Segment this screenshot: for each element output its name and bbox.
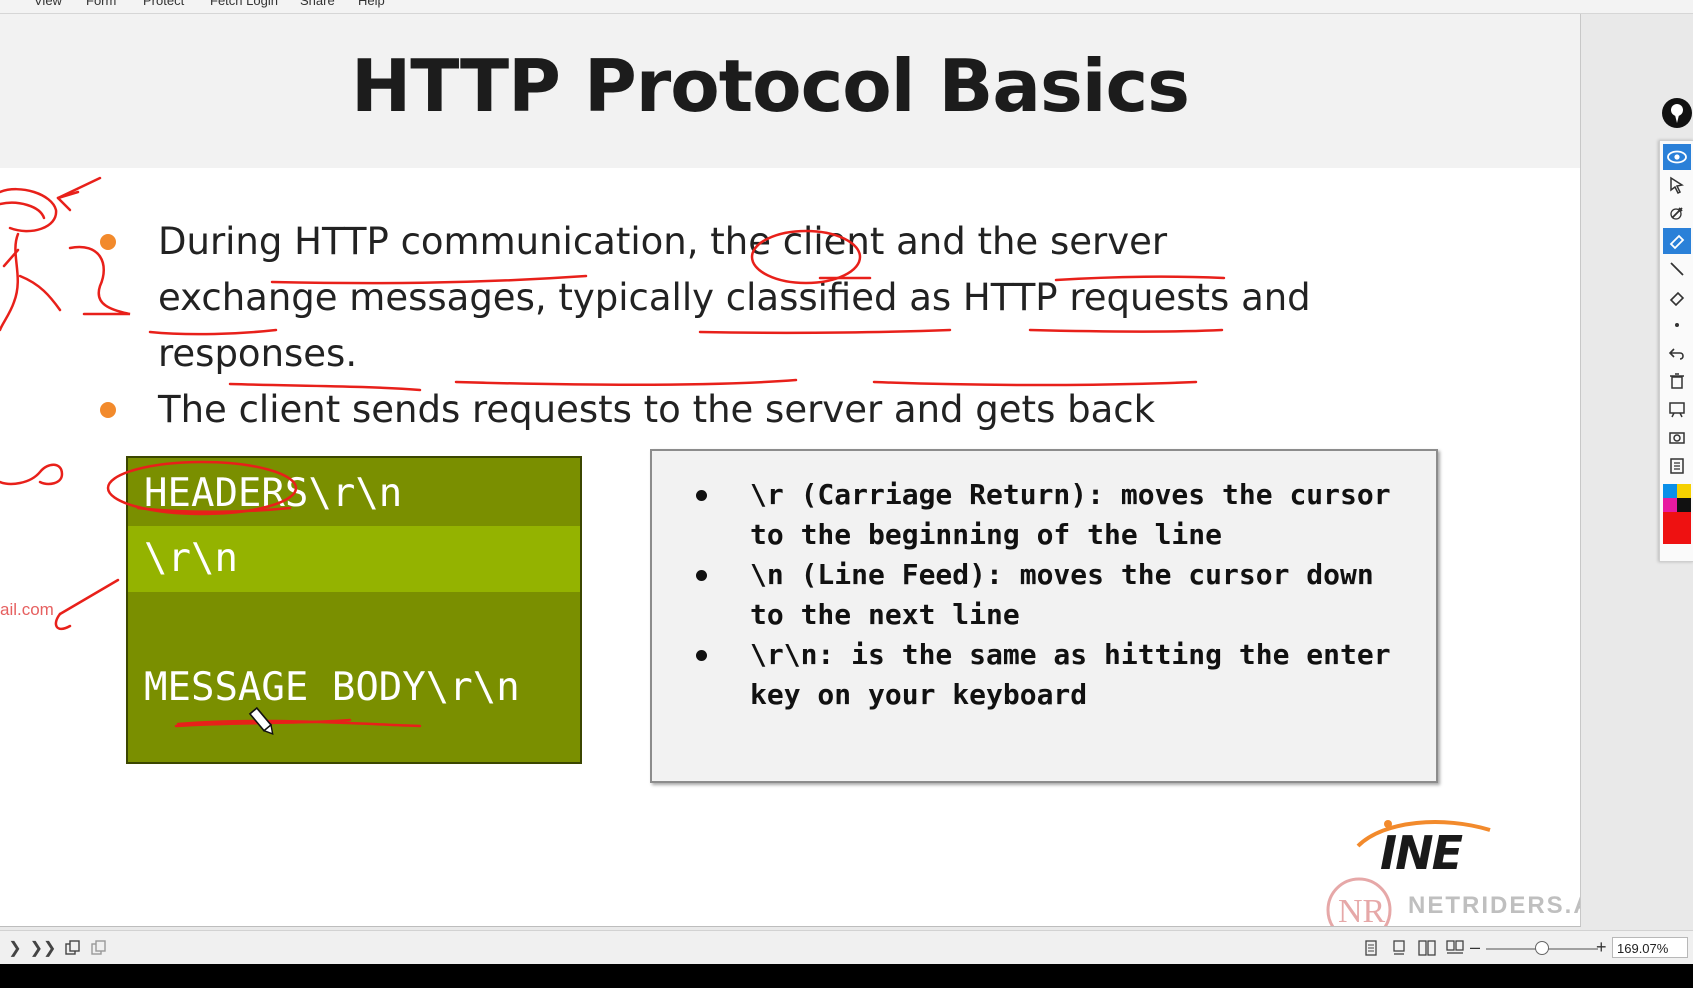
menu-share[interactable]: Share [300,0,335,8]
explanation-list: \r (Carriage Return): moves the cursor t… [652,451,1436,715]
bullet-text: During HTTP communication, the client an… [158,220,1311,375]
crlf-row: \r\n [128,526,580,592]
whiteboard-icon[interactable] [1663,396,1691,422]
zoom-level-field[interactable]: 169.07% [1612,937,1688,958]
single-page-icon[interactable] [1360,938,1382,958]
explanation-item: \r (Carriage Return): moves the cursor t… [652,475,1416,555]
pointer-icon[interactable] [1663,172,1691,198]
ine-logo: INE [1356,820,1491,880]
academy-watermark: NETRIDERS.ACADEMY [1408,892,1580,919]
trash-icon[interactable] [1663,368,1691,394]
netriders-seal-icon: NR [1326,877,1392,927]
explanation-item: \n (Line Feed): moves the cursor down to… [652,555,1416,635]
clipboard-icon[interactable] [1663,452,1691,478]
taskbar-strip [0,964,1693,988]
explanation-box: \r (Carriage Return): moves the cursor t… [650,449,1438,783]
zoom-slider-thumb[interactable] [1535,941,1549,955]
undo-icon[interactable] [1663,340,1691,366]
eraser-icon[interactable] [1663,284,1691,310]
message-body-row: MESSAGE BODY\r\n [144,665,520,710]
dot-icon[interactable] [1663,312,1691,338]
bullet-dot-icon [100,234,116,250]
zoom-out-button[interactable]: – [1470,937,1480,958]
slide-title: HTTP Protocol Basics [350,44,1190,128]
highlighter-icon[interactable] [1663,228,1691,254]
status-bar: ❯ ❯❯ – + 169.07% [0,930,1693,965]
continuous-icon[interactable] [1388,938,1410,958]
zoom-in-button[interactable]: + [1596,937,1607,958]
camera-icon[interactable] [1663,424,1691,450]
menu-view[interactable]: View [34,0,62,8]
explanation-item: \r\n: is the same as hitting the enter k… [652,635,1416,715]
two-page-continuous-icon[interactable] [1444,938,1466,958]
logo-swoosh-icon [1356,820,1491,848]
two-page-icon[interactable] [1416,938,1438,958]
bullet-item: During HTTP communication, the client an… [100,214,1350,382]
pen-icon[interactable] [1663,200,1691,226]
slide: HTTP Protocol Basics During HTTP communi… [0,14,1581,927]
line-icon[interactable] [1663,256,1691,282]
paste-icon[interactable] [88,938,110,958]
http-message-structure-box: HEADERS\r\n \r\n MESSAGE BODY\r\n [126,456,582,764]
headers-row: HEADERS\r\n [144,471,403,516]
eye-icon[interactable] [1663,144,1691,170]
email-fragment: ail.com [0,600,54,619]
zoom-level-value: 169.07% [1617,941,1669,956]
annotation-toolbar [1659,140,1693,562]
menu-help[interactable]: Help [358,0,385,8]
copy-icon[interactable] [62,938,84,958]
next-page-icon[interactable]: ❯ [4,938,26,958]
menu-form[interactable]: Form [86,0,116,8]
menu-protect[interactable]: Protect [143,0,184,8]
last-page-icon[interactable]: ❯❯ [30,938,57,958]
toolbar-logo-icon[interactable] [1662,98,1692,128]
menu-fetch-login[interactable]: Fetch Login [210,0,278,8]
bullet-dot-icon [100,402,116,418]
menu-bar: View Form Protect Fetch Login Share Help [0,0,1693,14]
svg-text:NR: NR [1338,893,1386,927]
